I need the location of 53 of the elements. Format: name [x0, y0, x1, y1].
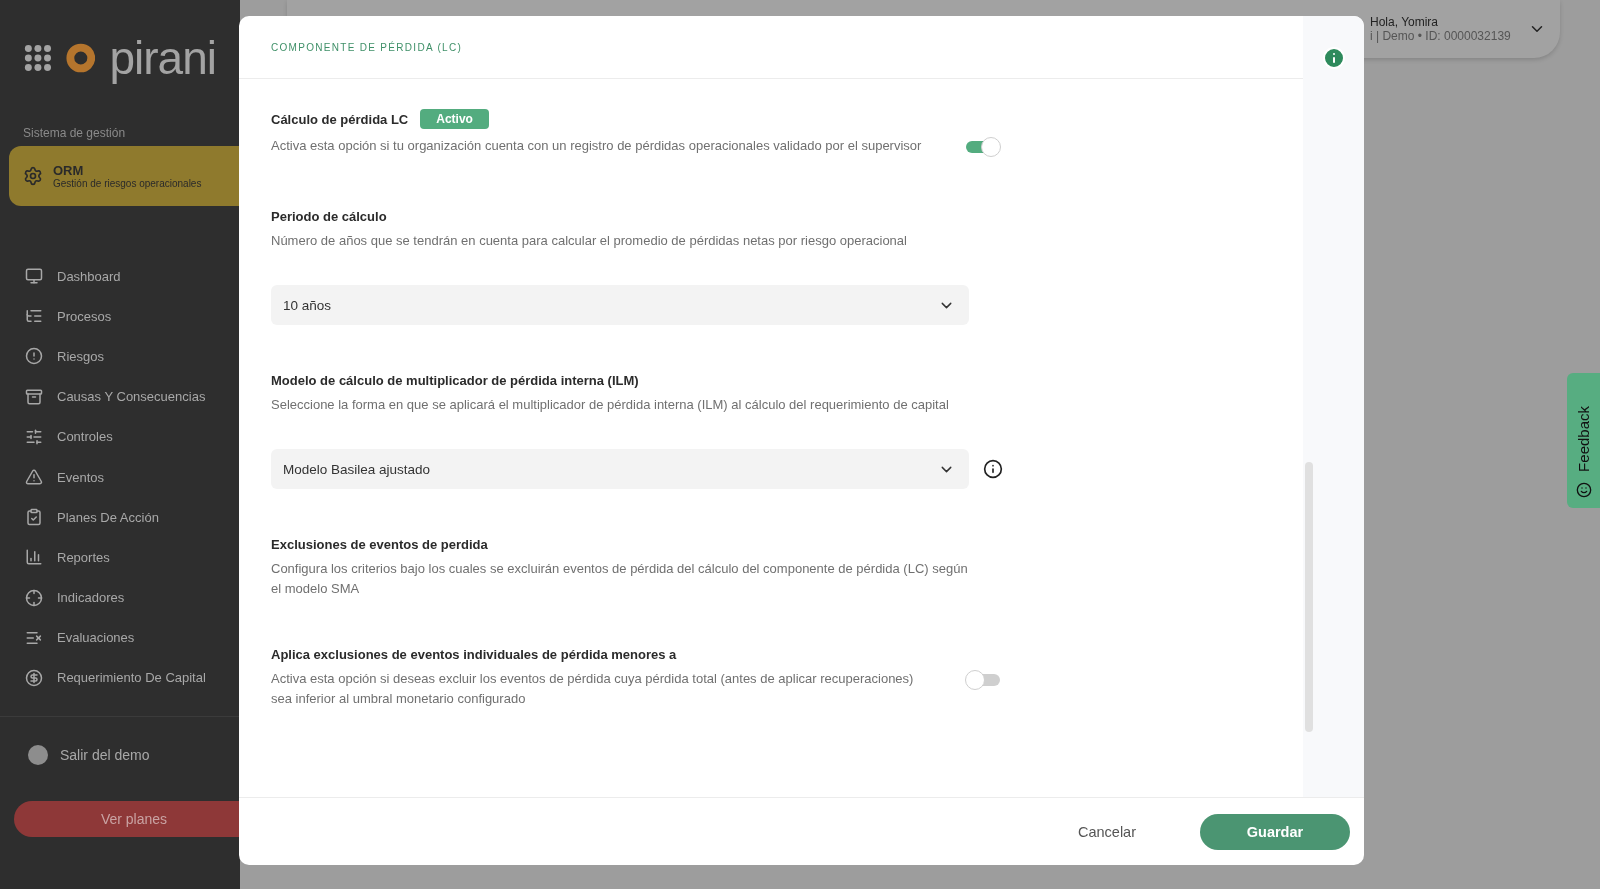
setting-title: Modelo de cálculo de multiplicador de pérdida interna (ILM) [271, 373, 640, 388]
account-id: i | Demo • ID: 0000032139 [1370, 29, 1512, 43]
nav-item[interactable]: Planes De Acción [0, 497, 240, 538]
setting-title: Cálculo de pérdida LC [271, 111, 409, 127]
setting-description: Activa esta opción si tu organización cuenta con un registro de pérdidas operacionales validado por el supervisor [271, 137, 923, 155]
setting-title: Periodo de cálculo [271, 209, 388, 224]
status-badge: Activo [420, 109, 489, 129]
nav-item[interactable]: Causas Y Consecuencias [0, 376, 240, 417]
nav-item[interactable]: Indicadores [0, 577, 240, 618]
nav-icon [25, 468, 43, 487]
modal-title: COMPONENTE DE PÉRDIDA (LC) [271, 41, 463, 53]
section-title: Exclusiones de eventos de perdida [271, 537, 489, 552]
nav-icon [25, 508, 43, 527]
setting-description: Número de años que se tendrán en cuenta para calcular el promedio de pérdidas netas por riesgo operacional [271, 232, 908, 250]
setting-title: Aplica exclusiones de eventos individuales de pérdida menores a [271, 647, 677, 662]
nav-icon [25, 387, 43, 406]
nav-icon [25, 267, 43, 286]
nav-item[interactable]: Eventos [0, 456, 240, 498]
nav-item[interactable]: Evaluaciones [0, 617, 240, 658]
ring-logo-icon [65, 41, 96, 75]
exit-icon [28, 745, 48, 766]
nav-item[interactable]: Requerimiento De Capital [0, 657, 240, 699]
nav-item[interactable]: Dashboard [0, 256, 240, 297]
nav-item[interactable]: Controles [0, 416, 240, 457]
nav-item[interactable]: Procesos [0, 296, 240, 337]
nav-icon [25, 347, 43, 366]
dropdown-select[interactable]: 10 años [271, 285, 969, 325]
nav-item[interactable]: Riesgos [0, 336, 240, 377]
greeting: Hola, Yomira [1370, 15, 1440, 29]
module-card[interactable]: ORM Gestión de riesgos operacionales [9, 146, 240, 206]
feedback-tab[interactable]: Feedback [1567, 373, 1600, 508]
cancel-button[interactable]: Cancelar [1057, 813, 1156, 850]
dropdown-select[interactable]: Modelo Basilea ajustado [271, 449, 969, 489]
nav-icon [25, 427, 43, 446]
setting-description: Activa esta opción si deseas excluir los eventos de pérdida cuya pérdida total (antes de aplicar recuperaciones) sea inferior al umbral monetario configurado [271, 670, 915, 708]
nav-icon [25, 668, 43, 687]
nav-icon [25, 548, 43, 567]
toggle-switch[interactable] [965, 670, 1001, 690]
smile-icon [1575, 482, 1592, 498]
module-subtitle: Gestión de riesgos operacionales [53, 178, 202, 189]
module-title: ORM [53, 163, 85, 178]
gear-icon [23, 166, 43, 186]
scrollbar-thumb[interactable] [1305, 462, 1313, 732]
nav-icon [25, 588, 43, 607]
toggle-switch[interactable] [965, 137, 1001, 157]
setting-description: Seleccione la forma en que se aplicará el multiplicador de pérdida interna (ILM) al cálculo del requerimiento de capital [271, 396, 950, 414]
section-description: Configura los criterios bajo los cuales se excluirán eventos de pérdida del cálculo del componente de pérdida (LC) según el modelo SMA [271, 560, 969, 598]
section-label: Sistema de gestión [22, 126, 127, 140]
app-grid-icon[interactable] [24, 42, 52, 74]
info-icon[interactable] [983, 459, 1003, 479]
nav-item[interactable]: Reportes [0, 537, 240, 578]
exit-link[interactable]: Salir del demo [0, 745, 240, 766]
save-button[interactable]: Guardar [1200, 813, 1350, 850]
